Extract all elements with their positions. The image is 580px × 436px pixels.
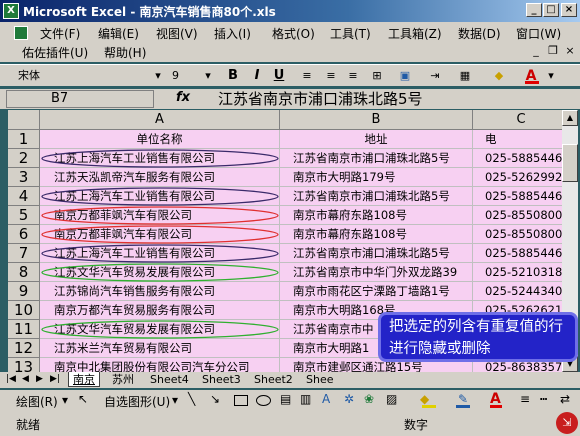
line-icon[interactable]: ╲ (188, 392, 195, 406)
duplicate-highlight-oval (41, 187, 279, 206)
tab-prev-icon[interactable]: ◀ (18, 372, 33, 387)
chevron-down-icon[interactable]: ▾ (546, 67, 556, 85)
menu-edit[interactable]: 编辑(E) (98, 25, 139, 42)
dash-style-icon[interactable]: ┅ (540, 392, 547, 406)
font-size-value: 9 (172, 69, 179, 82)
excel-icon: X (3, 3, 19, 19)
tab-sheet1[interactable]: Shee (302, 372, 338, 387)
menu-toolbox[interactable]: 工具箱(Z) (388, 25, 442, 42)
tab-suzhou[interactable]: 苏州 (108, 372, 138, 387)
font-color-swatch (525, 81, 539, 84)
rectangle-icon[interactable] (234, 395, 248, 406)
scroll-up-icon[interactable]: ▲ (562, 110, 578, 126)
window-title: Microsoft Excel - 南京汽车销售商80个.xls (23, 4, 276, 19)
status-text: 就绪 (16, 418, 41, 432)
minimize-button[interactable]: _ (526, 3, 542, 17)
resize-grip-icon[interactable]: ⇲ (556, 412, 578, 434)
font-name-select[interactable]: 宋体 (14, 67, 164, 85)
textbox-icon[interactable]: ▤ (280, 392, 291, 406)
doc-minimize-button[interactable]: _ (528, 44, 544, 58)
align-left-icon[interactable]: ≡ (298, 67, 316, 85)
formatting-toolbar: 宋体 ▾ 9 ▾ B I U ≡ ≡ ≡ ⊞ ▣ ⇥ ▦ ◆ A ▾ (0, 64, 580, 86)
vertical-textbox-icon[interactable]: ▥ (300, 392, 311, 406)
tab-next-icon[interactable]: ▶ (32, 372, 47, 387)
indent-icon[interactable]: ⇥ (426, 67, 444, 85)
select-pointer-icon[interactable]: ↖ (78, 392, 88, 406)
currency-icon[interactable]: ▣ (396, 67, 414, 85)
fill-color-icon[interactable]: ◆ (420, 392, 429, 406)
tab-sheet3[interactable]: Sheet3 (198, 372, 245, 387)
autoshapes-menu[interactable]: 自选图形(U) (104, 393, 170, 410)
clipart-icon[interactable]: ❀ (364, 392, 374, 406)
italic-button[interactable]: I (248, 67, 266, 85)
tab-last-icon[interactable]: ▶| (46, 372, 64, 387)
name-box-value: B7 (51, 91, 69, 106)
font-name-value: 宋体 (18, 69, 40, 82)
insert-function-icon[interactable]: fx (176, 90, 190, 105)
menu-data[interactable]: 数据(D) (458, 25, 501, 42)
picture-icon[interactable]: ▨ (386, 392, 397, 406)
scroll-thumb[interactable] (562, 144, 578, 182)
draw-menu[interactable]: 绘图(R) (16, 393, 58, 410)
arrow-icon[interactable]: ↘ (210, 392, 220, 406)
wordart-icon[interactable]: A (322, 392, 330, 406)
status-mode: 数字 (404, 418, 429, 432)
line-color-icon[interactable]: ✎ (458, 392, 468, 406)
tab-sheet2[interactable]: Sheet2 (250, 372, 297, 387)
sheet-tab-bar: |◀ ◀ ▶ ▶| 南京 苏州 Sheet4 Sheet3 Sheet2 She… (0, 372, 580, 388)
merge-center-icon[interactable]: ⊞ (368, 67, 386, 85)
chevron-down-icon[interactable]: ▾ (152, 67, 164, 85)
tab-sheet4[interactable]: Sheet4 (146, 372, 193, 387)
oval-icon[interactable] (256, 395, 271, 406)
chevron-down-icon[interactable]: ▾ (172, 393, 178, 407)
underline-button[interactable]: U (270, 67, 288, 85)
borders-icon[interactable]: ▦ (456, 67, 474, 85)
fill-color-icon[interactable]: ◆ (490, 67, 508, 85)
font-color-swatch (490, 405, 502, 408)
chevron-down-icon[interactable]: ▾ (62, 393, 68, 407)
arrow-style-icon[interactable]: ⇄ (560, 392, 570, 406)
doc-restore-button[interactable]: ❐ (545, 44, 561, 58)
workbook-icon (14, 26, 28, 40)
tab-nanjing[interactable]: 南京 (68, 372, 100, 387)
align-center-icon[interactable]: ≡ (322, 67, 340, 85)
drawing-toolbar: 绘图(R) ▾ ↖ 自选图形(U) ▾ ╲ ↘ ▤ ▥ A ✲ ❀ ▨ ◆ ✎ … (0, 390, 580, 412)
diagram-icon[interactable]: ✲ (344, 392, 354, 406)
duplicate-highlight-oval (41, 263, 279, 282)
align-right-icon[interactable]: ≡ (344, 67, 362, 85)
duplicate-highlight-oval (41, 206, 279, 225)
status-bar: 就绪 数字 ⇲ (0, 412, 580, 436)
chevron-down-icon[interactable]: ▾ (202, 67, 214, 85)
menu-bar: 文件(F) 编辑(E) 视图(V) 插入(I) 格式(O) 工具(T) 工具箱(… (0, 22, 580, 64)
name-box[interactable]: B7 (6, 90, 154, 108)
bold-button[interactable]: B (224, 67, 242, 85)
formula-value[interactable]: 江苏省南京市浦口浦珠北路5号 (218, 88, 423, 109)
close-button[interactable]: × (561, 3, 577, 17)
duplicate-highlight-oval (41, 320, 279, 339)
title-bar: X Microsoft Excel - 南京汽车销售商80个.xls _ □ × (0, 0, 580, 22)
duplicate-highlight-oval (41, 225, 279, 244)
duplicate-highlight-oval (41, 149, 279, 168)
menu-window[interactable]: 窗口(W) (516, 25, 561, 42)
line-style-icon[interactable]: ≡ (520, 392, 530, 406)
line-color-swatch (456, 405, 470, 408)
menu-file[interactable]: 文件(F) (40, 25, 80, 42)
doc-close-button[interactable]: × (562, 44, 578, 58)
callout-tooltip: 把选定的列含有重复值的行进行隐藏或删除 (378, 312, 578, 362)
maximize-button[interactable]: □ (543, 3, 559, 17)
menu-plugins[interactable]: 佑佐插件(U) (22, 44, 88, 61)
duplicate-highlight-oval (41, 244, 279, 263)
menu-tools[interactable]: 工具(T) (330, 25, 371, 42)
menu-view[interactable]: 视图(V) (156, 25, 198, 42)
menu-help[interactable]: 帮助(H) (104, 44, 146, 61)
menu-format[interactable]: 格式(O) (272, 25, 315, 42)
fill-color-swatch (422, 405, 436, 408)
menu-insert[interactable]: 插入(I) (214, 25, 251, 42)
